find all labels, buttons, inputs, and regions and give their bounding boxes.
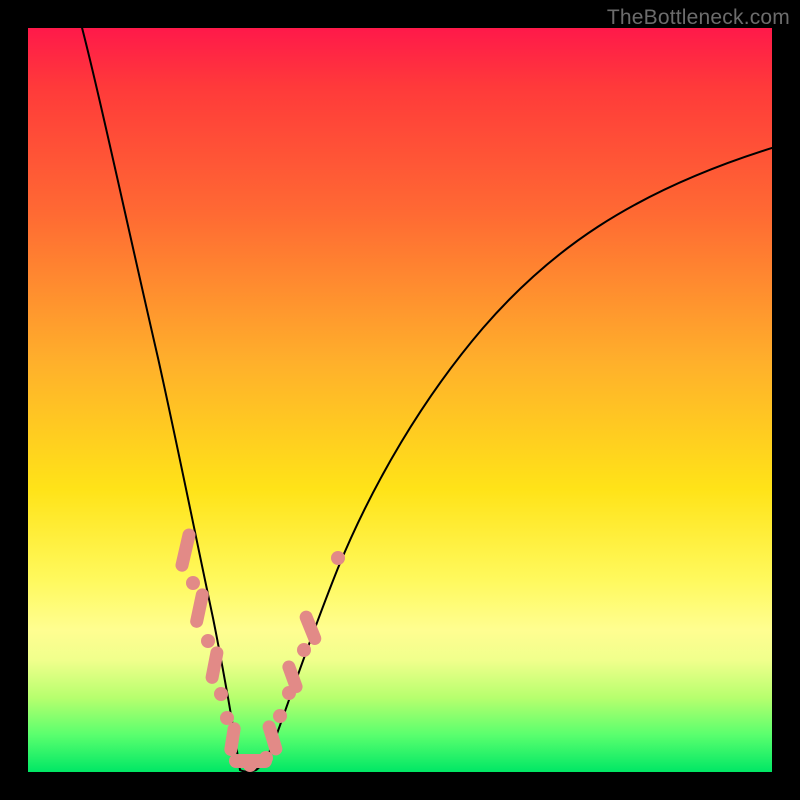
curve-right-branch: [274, 148, 772, 742]
marker-dot: [201, 634, 215, 648]
marker-dot: [229, 754, 243, 768]
chart-plot-area: [28, 28, 772, 772]
marker-dot: [331, 551, 345, 565]
marker-dot: [214, 687, 228, 701]
marker-dot: [259, 751, 273, 765]
marker-dot: [243, 758, 257, 772]
watermark-text: TheBottleneck.com: [607, 6, 790, 30]
marker-dot: [297, 643, 311, 657]
marker-pill: [189, 587, 210, 629]
marker-pill: [223, 721, 241, 757]
bottleneck-chart: [28, 28, 772, 772]
marker-dot: [273, 709, 287, 723]
marker-pill: [174, 527, 197, 573]
marker-dot: [186, 576, 200, 590]
